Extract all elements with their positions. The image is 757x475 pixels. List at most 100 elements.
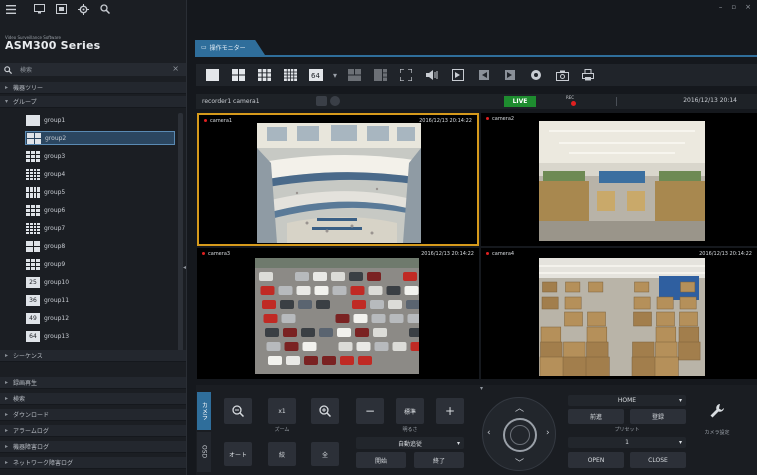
preset-select[interactable]: 1 ▾ <box>568 437 686 448</box>
camera-view-3[interactable]: camera3 2016/12/13 20:14:22 <box>197 248 479 379</box>
parked-car <box>283 328 297 337</box>
preset-prev-button[interactable]: 前進 <box>568 409 624 424</box>
camera-view-2[interactable]: camera2 <box>481 113 757 246</box>
group-item[interactable]: 49 group12 <box>25 311 175 325</box>
end-button[interactable]: 終了 <box>414 452 464 468</box>
group-item[interactable]: group2 <box>25 131 175 145</box>
group-item[interactable]: group6 <box>25 203 175 217</box>
audio-icon[interactable] <box>421 66 443 84</box>
layout-9-icon[interactable] <box>253 66 275 84</box>
section-sequence[interactable]: ▸ シーケンス <box>0 350 186 362</box>
auto-button[interactable]: オート <box>224 442 252 466</box>
section-item[interactable]: ▸ 録画再生 <box>0 377 186 389</box>
zoom-x1-button[interactable]: x1 <box>268 398 296 424</box>
layout-custom-b-icon[interactable] <box>369 66 391 84</box>
tab-operation-monitor[interactable]: ▭ 操作モニター <box>195 40 265 55</box>
section-item[interactable]: ▸ ダウンロード <box>0 409 186 421</box>
chevron-up-icon[interactable]: ︿ <box>515 401 524 414</box>
parked-car <box>332 286 347 295</box>
chevron-down-icon[interactable]: ﹀ <box>515 456 524 469</box>
section-item[interactable]: ▸ 機器障害ログ <box>0 441 186 453</box>
camera-timestamp: 2016/12/13 20:14:22 <box>421 251 474 257</box>
layout-64-icon[interactable]: 64 <box>305 66 327 84</box>
section-item[interactable]: ▸ ネットワーク障害ログ <box>0 457 186 469</box>
snapshot-left-icon[interactable] <box>447 66 469 84</box>
layout-4-icon[interactable] <box>227 66 249 84</box>
collapse-arrow-icon[interactable]: ◂ <box>183 264 186 271</box>
search-input[interactable]: 検索 <box>20 65 32 74</box>
iris-button[interactable]: 絞 <box>268 442 296 466</box>
settings-icon[interactable] <box>76 2 90 16</box>
section-group[interactable]: ▾ グループ <box>0 96 186 108</box>
parked-car <box>296 286 311 295</box>
layout-1-icon[interactable] <box>201 66 223 84</box>
lock-icon[interactable] <box>316 96 327 106</box>
home-select[interactable]: HOME ▾ <box>568 395 686 406</box>
record-toggle-icon[interactable] <box>330 96 340 106</box>
section-item[interactable]: ▸ アラームログ <box>0 425 186 437</box>
search-icon[interactable] <box>98 2 112 16</box>
auto-tracking-select[interactable]: 自動追従 ▾ <box>356 437 464 449</box>
close-button[interactable]: × <box>745 3 751 11</box>
auto-tracking-label: 自動追従 <box>397 440 422 448</box>
section-device-tree[interactable]: ▸ 機器ツリー <box>0 82 186 94</box>
brightness-plus-button[interactable]: + <box>436 398 464 424</box>
monitor-icon[interactable] <box>32 2 46 16</box>
section-item[interactable]: ▸ 検索 <box>0 393 186 405</box>
zoom-in-button[interactable] <box>311 398 339 424</box>
zoom-out-button[interactable] <box>224 398 252 424</box>
chevron-left-icon[interactable]: ‹ <box>487 428 491 438</box>
layout-grid-icon <box>26 168 40 180</box>
group-item[interactable]: group7 <box>25 221 175 235</box>
playback-icon[interactable] <box>54 2 68 16</box>
camera-snapshot-icon[interactable] <box>551 66 573 84</box>
group-item[interactable]: group4 <box>25 167 175 181</box>
full-button[interactable]: 全 <box>311 442 339 466</box>
start-button[interactable]: 開始 <box>356 452 406 468</box>
iris-close-button[interactable]: CLOSE <box>630 452 686 468</box>
chevron-right-icon: ▸ <box>5 395 9 402</box>
parked-car <box>371 314 386 323</box>
fullscreen-icon[interactable] <box>395 66 417 84</box>
layout-custom-a-icon[interactable] <box>343 66 365 84</box>
minimize-button[interactable]: – <box>719 3 723 11</box>
warehouse-store-image <box>539 121 705 241</box>
menu-icon[interactable] <box>4 2 18 16</box>
parked-car <box>403 272 417 281</box>
joystick-center[interactable] <box>510 425 530 445</box>
tab-osd[interactable]: OSD <box>197 432 211 472</box>
chevron-right-icon[interactable]: › <box>546 428 550 438</box>
cardboard-box <box>678 326 700 344</box>
camera-settings-button[interactable] <box>700 398 734 424</box>
tab-camera-control[interactable]: カメラ <box>197 392 211 430</box>
search-bar[interactable]: 検索 × <box>0 63 186 76</box>
brightness-standard-button[interactable]: 標準 <box>396 398 424 424</box>
group-item[interactable]: group1 <box>25 113 175 127</box>
close-icon[interactable]: × <box>172 64 179 73</box>
zoom-label: ズーム <box>274 427 290 433</box>
layout-16-icon[interactable] <box>279 66 301 84</box>
preset-register-button[interactable]: 登録 <box>630 409 686 424</box>
dropdown-arrow-icon[interactable]: ▾ <box>331 66 339 84</box>
panel-collapse-icon[interactable]: ▾ <box>480 385 483 392</box>
camera-view-1[interactable]: camera1 2016/12/13 20:14:22 <box>197 113 479 246</box>
ptz-joystick[interactable]: ︿ ﹀ ‹ › <box>482 397 556 471</box>
group-label: group13 <box>44 332 70 340</box>
maximize-button[interactable]: ▫ <box>731 3 736 11</box>
brightness-minus-button[interactable]: − <box>356 398 384 424</box>
group-item[interactable]: group8 <box>25 239 175 253</box>
group-item[interactable]: group5 <box>25 185 175 199</box>
sequence-back-icon[interactable] <box>473 66 495 84</box>
group-item[interactable]: 36 group11 <box>25 293 175 307</box>
iris-open-button[interactable]: OPEN <box>568 452 624 468</box>
sequence-forward-icon[interactable] <box>499 66 521 84</box>
group-item[interactable]: group9 <box>25 257 175 271</box>
camera-view-4[interactable]: camera4 2016/12/13 20:14:22 <box>481 248 757 379</box>
group-item[interactable]: group3 <box>25 149 175 163</box>
group-item[interactable]: 64 group13 <box>25 329 175 343</box>
print-icon[interactable] <box>577 66 599 84</box>
group-item[interactable]: 25 group10 <box>25 275 175 289</box>
scrollbar[interactable] <box>178 113 183 353</box>
parked-car <box>263 314 278 323</box>
camera-control-icon[interactable] <box>525 66 547 84</box>
